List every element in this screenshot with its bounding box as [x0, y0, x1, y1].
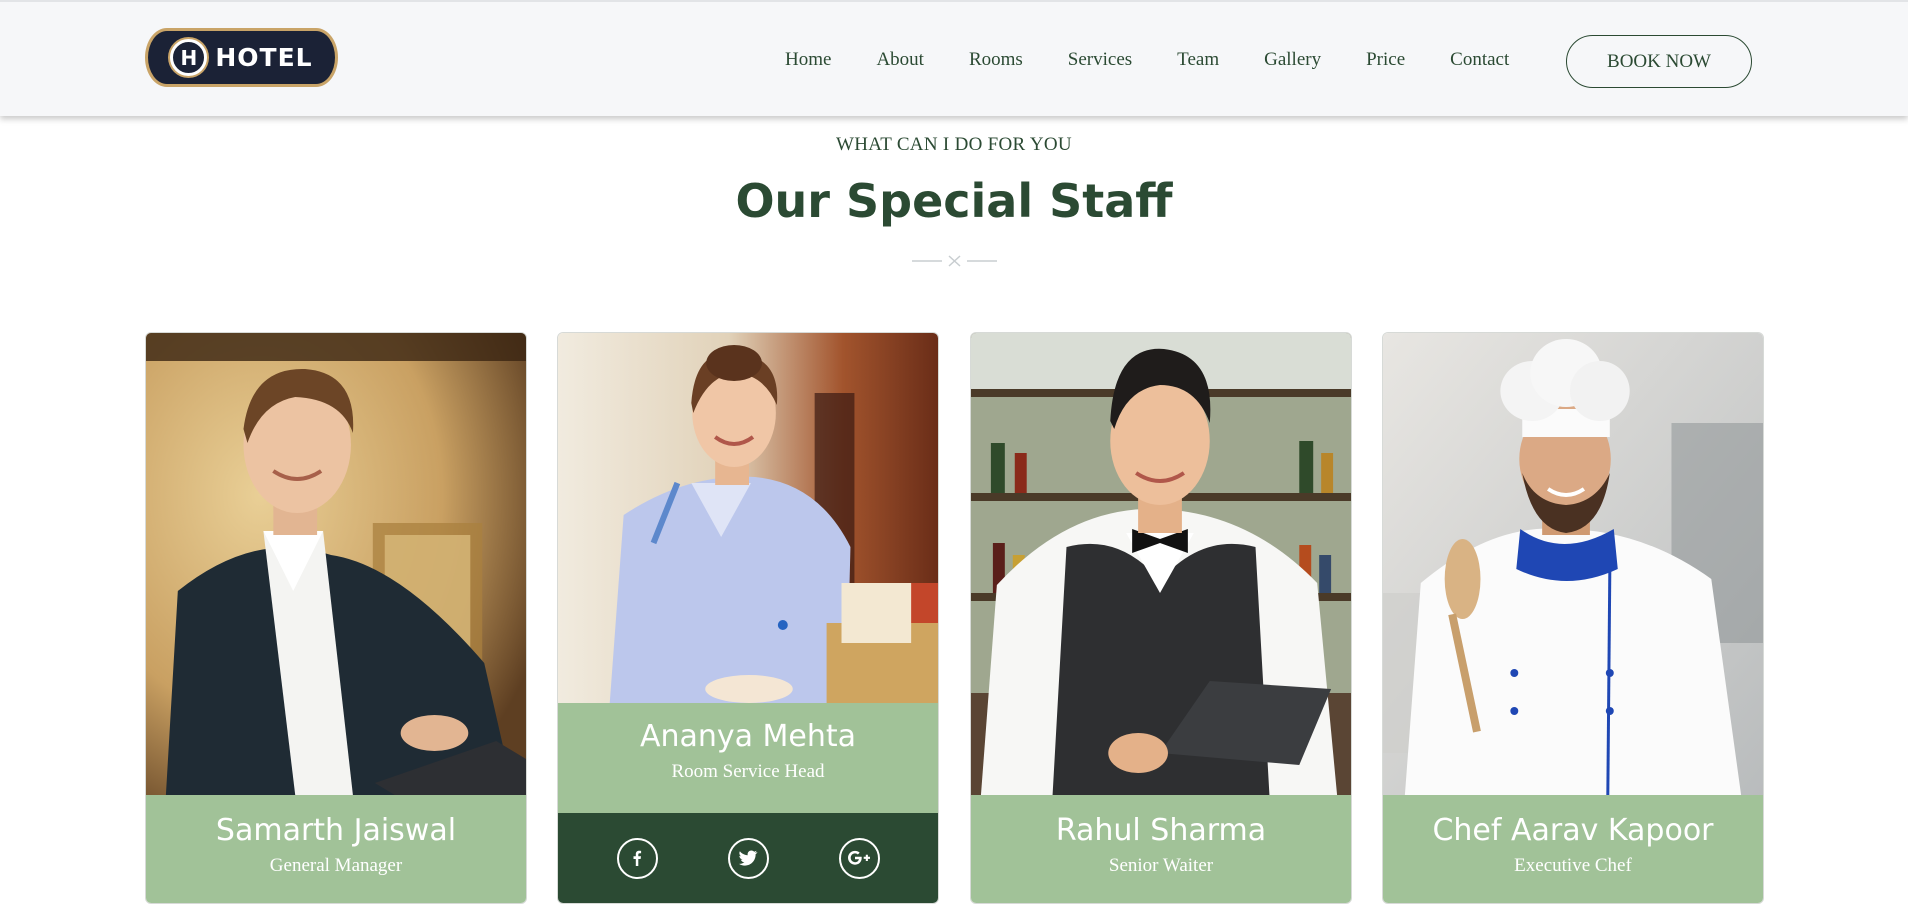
staff-card-chef[interactable]: Chef Aarav Kapoor Executive Chef — [1382, 332, 1764, 904]
hotel-logo[interactable]: H HOTEL — [145, 28, 338, 87]
staff-photo-chef — [1383, 333, 1763, 795]
staff-name: Samarth Jaiswal — [215, 813, 457, 848]
logo-text: HOTEL — [215, 43, 313, 72]
staff-name: Ananya Mehta — [639, 719, 857, 754]
section-eyebrow: WHAT CAN I DO FOR YOU — [836, 134, 1072, 155]
divider-ornament-icon — [912, 255, 997, 267]
staff-info-manager: Samarth Jaiswal General Manager — [146, 795, 526, 903]
nav-gallery[interactable]: Gallery — [1264, 46, 1321, 74]
nav-services[interactable]: Services — [1068, 46, 1132, 74]
nav-about[interactable]: About — [876, 46, 924, 74]
staff-info-room-service: Ananya Mehta Room Service Head — [558, 703, 938, 815]
site-header: H HOTEL Home About Rooms Services Team G… — [0, 0, 1908, 116]
staff-role: Senior Waiter — [1108, 855, 1214, 876]
staff-card-waiter[interactable]: Rahul Sharma Senior Waiter — [970, 332, 1352, 904]
google-plus-icon[interactable] — [838, 837, 880, 879]
staff-name: Rahul Sharma — [1055, 813, 1267, 848]
twitter-icon[interactable] — [727, 837, 769, 879]
nav-rooms[interactable]: Rooms — [969, 46, 1023, 74]
nav-team[interactable]: Team — [1177, 46, 1219, 74]
staff-card-room-service[interactable]: Ananya Mehta Room Service Head — [557, 332, 939, 904]
staff-name: Chef Aarav Kapoor — [1432, 813, 1714, 848]
book-now-button[interactable]: BOOK NOW — [1566, 35, 1752, 88]
section-title: Our Special Staff — [735, 174, 1173, 228]
staff-card-manager[interactable]: Samarth Jaiswal General Manager — [145, 332, 527, 904]
staff-role: Executive Chef — [1514, 855, 1632, 876]
nav-price[interactable]: Price — [1366, 46, 1405, 74]
nav-home[interactable]: Home — [785, 46, 831, 74]
nav-contact[interactable]: Contact — [1450, 46, 1509, 74]
logo-emblem-icon: H — [170, 39, 208, 76]
staff-photo-manager — [146, 333, 526, 795]
social-links — [558, 813, 938, 903]
facebook-icon[interactable] — [616, 837, 658, 879]
staff-role: General Manager — [269, 855, 403, 876]
staff-info-chef: Chef Aarav Kapoor Executive Chef — [1383, 795, 1763, 903]
staff-photo-room-service — [558, 333, 938, 703]
staff-info-waiter: Rahul Sharma Senior Waiter — [971, 795, 1351, 903]
staff-role: Room Service Head — [671, 761, 825, 782]
main-nav: Home About Rooms Services Team Gallery P… — [785, 46, 1509, 74]
staff-photo-waiter — [971, 333, 1351, 795]
